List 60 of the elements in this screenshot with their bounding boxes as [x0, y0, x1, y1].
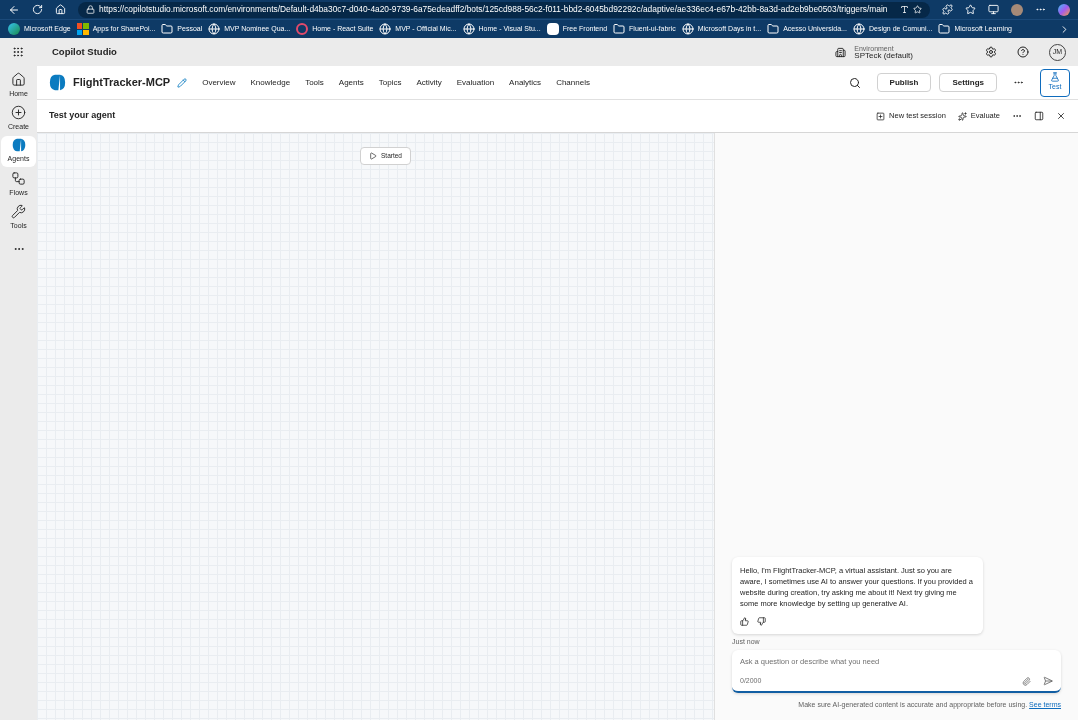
- environment-icon: [835, 46, 847, 58]
- nav-tab[interactable]: Analytics: [509, 76, 542, 89]
- nav-tab[interactable]: Topics: [378, 76, 402, 89]
- star-icon[interactable]: [913, 5, 922, 14]
- nav-tab[interactable]: Tools: [305, 76, 324, 89]
- agent-logo-icon: [11, 138, 26, 153]
- close-icon[interactable]: [1056, 111, 1066, 121]
- nav-tab[interactable]: Knowledge: [250, 76, 291, 89]
- attach-icon[interactable]: [1022, 676, 1031, 686]
- extensions-icon[interactable]: [942, 4, 953, 15]
- thumbs-down-icon[interactable]: [757, 617, 766, 626]
- plus-icon: [11, 104, 26, 120]
- profile-avatar[interactable]: [1011, 3, 1023, 16]
- folder-icon: [161, 23, 174, 35]
- nav-tab[interactable]: Agents: [338, 76, 364, 89]
- nav-tab[interactable]: Channels: [556, 76, 590, 89]
- flow-icon: [11, 170, 26, 186]
- address-bar[interactable]: https://copilotstudio.microsoft.com/environments/Default-d4ba30c7-d040-4a20-9739-6a75edeadff2/bots/125cd988-56c2-f011-bbd2-6045bd92292c/adaptive/ae336ec4-e67b-42bb-8a3d-ad2eb9be0503/triggers/main: [78, 1, 930, 18]
- publish-button[interactable]: Publish: [876, 73, 932, 92]
- plus-square-icon: [876, 111, 886, 121]
- back-icon[interactable]: [8, 3, 20, 16]
- screen-icon[interactable]: [988, 4, 999, 15]
- browser-logo-icon: [8, 23, 20, 35]
- globe-icon: [462, 23, 475, 35]
- environment-name[interactable]: SPTeck (default): [854, 51, 913, 60]
- agent-name: FlightTracker-MCP: [73, 75, 171, 91]
- globe-icon: [379, 23, 392, 35]
- folder-icon: [767, 23, 780, 35]
- nav-tab[interactable]: Evaluation: [456, 76, 495, 89]
- help-icon[interactable]: [1017, 46, 1029, 58]
- panel-title: Test your agent: [49, 109, 116, 123]
- read-aloud-icon[interactable]: [900, 5, 909, 14]
- favorites-icon[interactable]: [965, 4, 976, 15]
- folder-icon: [938, 23, 951, 35]
- settings-icon[interactable]: [985, 46, 997, 58]
- globe-icon: [852, 23, 865, 35]
- agent-logo-icon: [49, 74, 66, 91]
- nav-tab[interactable]: Overview: [202, 76, 236, 89]
- settings-button[interactable]: Settings: [939, 73, 997, 92]
- search-icon[interactable]: [848, 76, 861, 89]
- play-icon: [369, 152, 377, 160]
- tiles-icon: [76, 23, 89, 35]
- url-text: https://copilotstudio.microsoft.com/environments/Default-d4ba30c7-d040-4a20-9739-6a75edeadff2/bots/125cd988-56c2-f011-bbd2-6045bd92292c/adaptive/ae336ec4-e67b-42bb-8a3d-ad2eb9be0503/triggers/main: [99, 3, 889, 16]
- send-icon[interactable]: [1043, 676, 1053, 687]
- lock-icon: [86, 5, 95, 14]
- suite-logo-icon: [296, 23, 309, 35]
- panel-icon[interactable]: [1034, 111, 1044, 121]
- nav-tab[interactable]: Activity: [416, 76, 442, 89]
- app-launcher-icon[interactable]: [12, 46, 24, 58]
- reload-icon[interactable]: [32, 4, 43, 15]
- home-icon[interactable]: [55, 4, 66, 15]
- sparkle-icon: [957, 111, 967, 121]
- app-title: Copilot Studio: [52, 44, 117, 59]
- flask-icon: [1050, 72, 1060, 83]
- tools-icon: [11, 203, 26, 219]
- thumbs-up-icon[interactable]: [740, 617, 749, 626]
- globe-icon: [681, 23, 694, 35]
- folder-icon: [613, 23, 626, 35]
- home-icon: [11, 71, 26, 87]
- globe-icon: [208, 23, 221, 35]
